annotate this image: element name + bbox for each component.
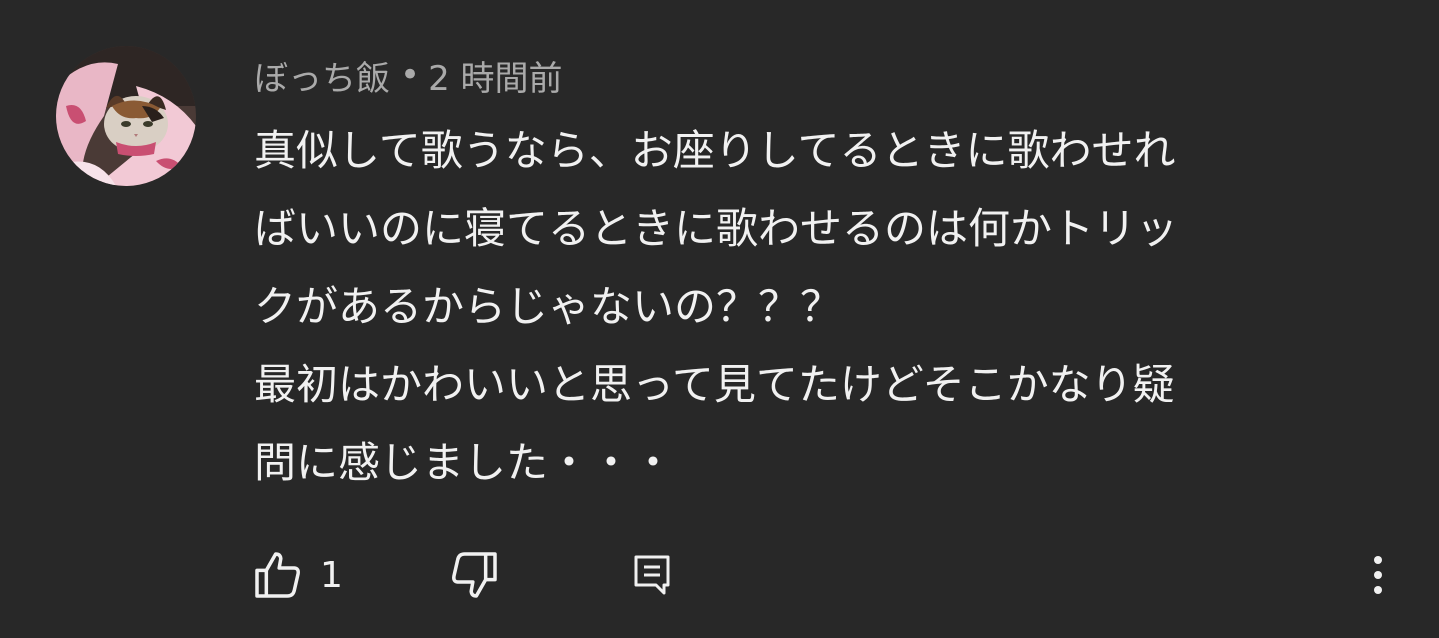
comment-text: 真似して歌うなら、お座りしてるときに歌わせれ ばいいのに寝てるときに歌わせるのは… bbox=[254, 112, 1404, 502]
like-button[interactable]: 1 bbox=[250, 540, 343, 610]
author-avatar[interactable] bbox=[56, 46, 196, 186]
comment-text-line: 真似して歌うなら、お座りしてるときに歌わせれ bbox=[254, 126, 1176, 175]
meta-separator: • bbox=[400, 55, 421, 95]
comment-text-line: ばいいのに寝てるときに歌わせるのは何かトリッ bbox=[254, 204, 1179, 253]
comment-text-line: 最初はかわいいと思って見てたけどそこかなり疑 bbox=[254, 360, 1175, 409]
comment-header: ぼっち飯 • 2 時間前 bbox=[254, 50, 563, 100]
comment-timestamp[interactable]: 2 時間前 bbox=[428, 51, 562, 100]
dislike-button[interactable] bbox=[446, 540, 502, 610]
more-vertical-icon bbox=[1374, 556, 1382, 594]
more-actions-button[interactable] bbox=[1356, 540, 1400, 610]
thumbs-down-icon bbox=[452, 552, 497, 598]
comment-text-line: クがあるからじゃないの？？？ bbox=[254, 282, 843, 331]
comment-item: ぼっち飯 • 2 時間前 真似して歌うなら、お座りしてるときに歌わせれ ばいいの… bbox=[0, 0, 1439, 638]
comment-actions: 1 bbox=[0, 540, 1439, 610]
reply-button[interactable] bbox=[628, 540, 676, 610]
like-count: 1 bbox=[320, 554, 343, 596]
author-name[interactable]: ぼっち飯 bbox=[254, 51, 390, 100]
comment-text-line: 問に感じました・・・ bbox=[254, 438, 675, 487]
cat-avatar-icon bbox=[56, 46, 196, 186]
thumbs-up-icon bbox=[255, 552, 300, 598]
reply-icon bbox=[634, 555, 670, 595]
